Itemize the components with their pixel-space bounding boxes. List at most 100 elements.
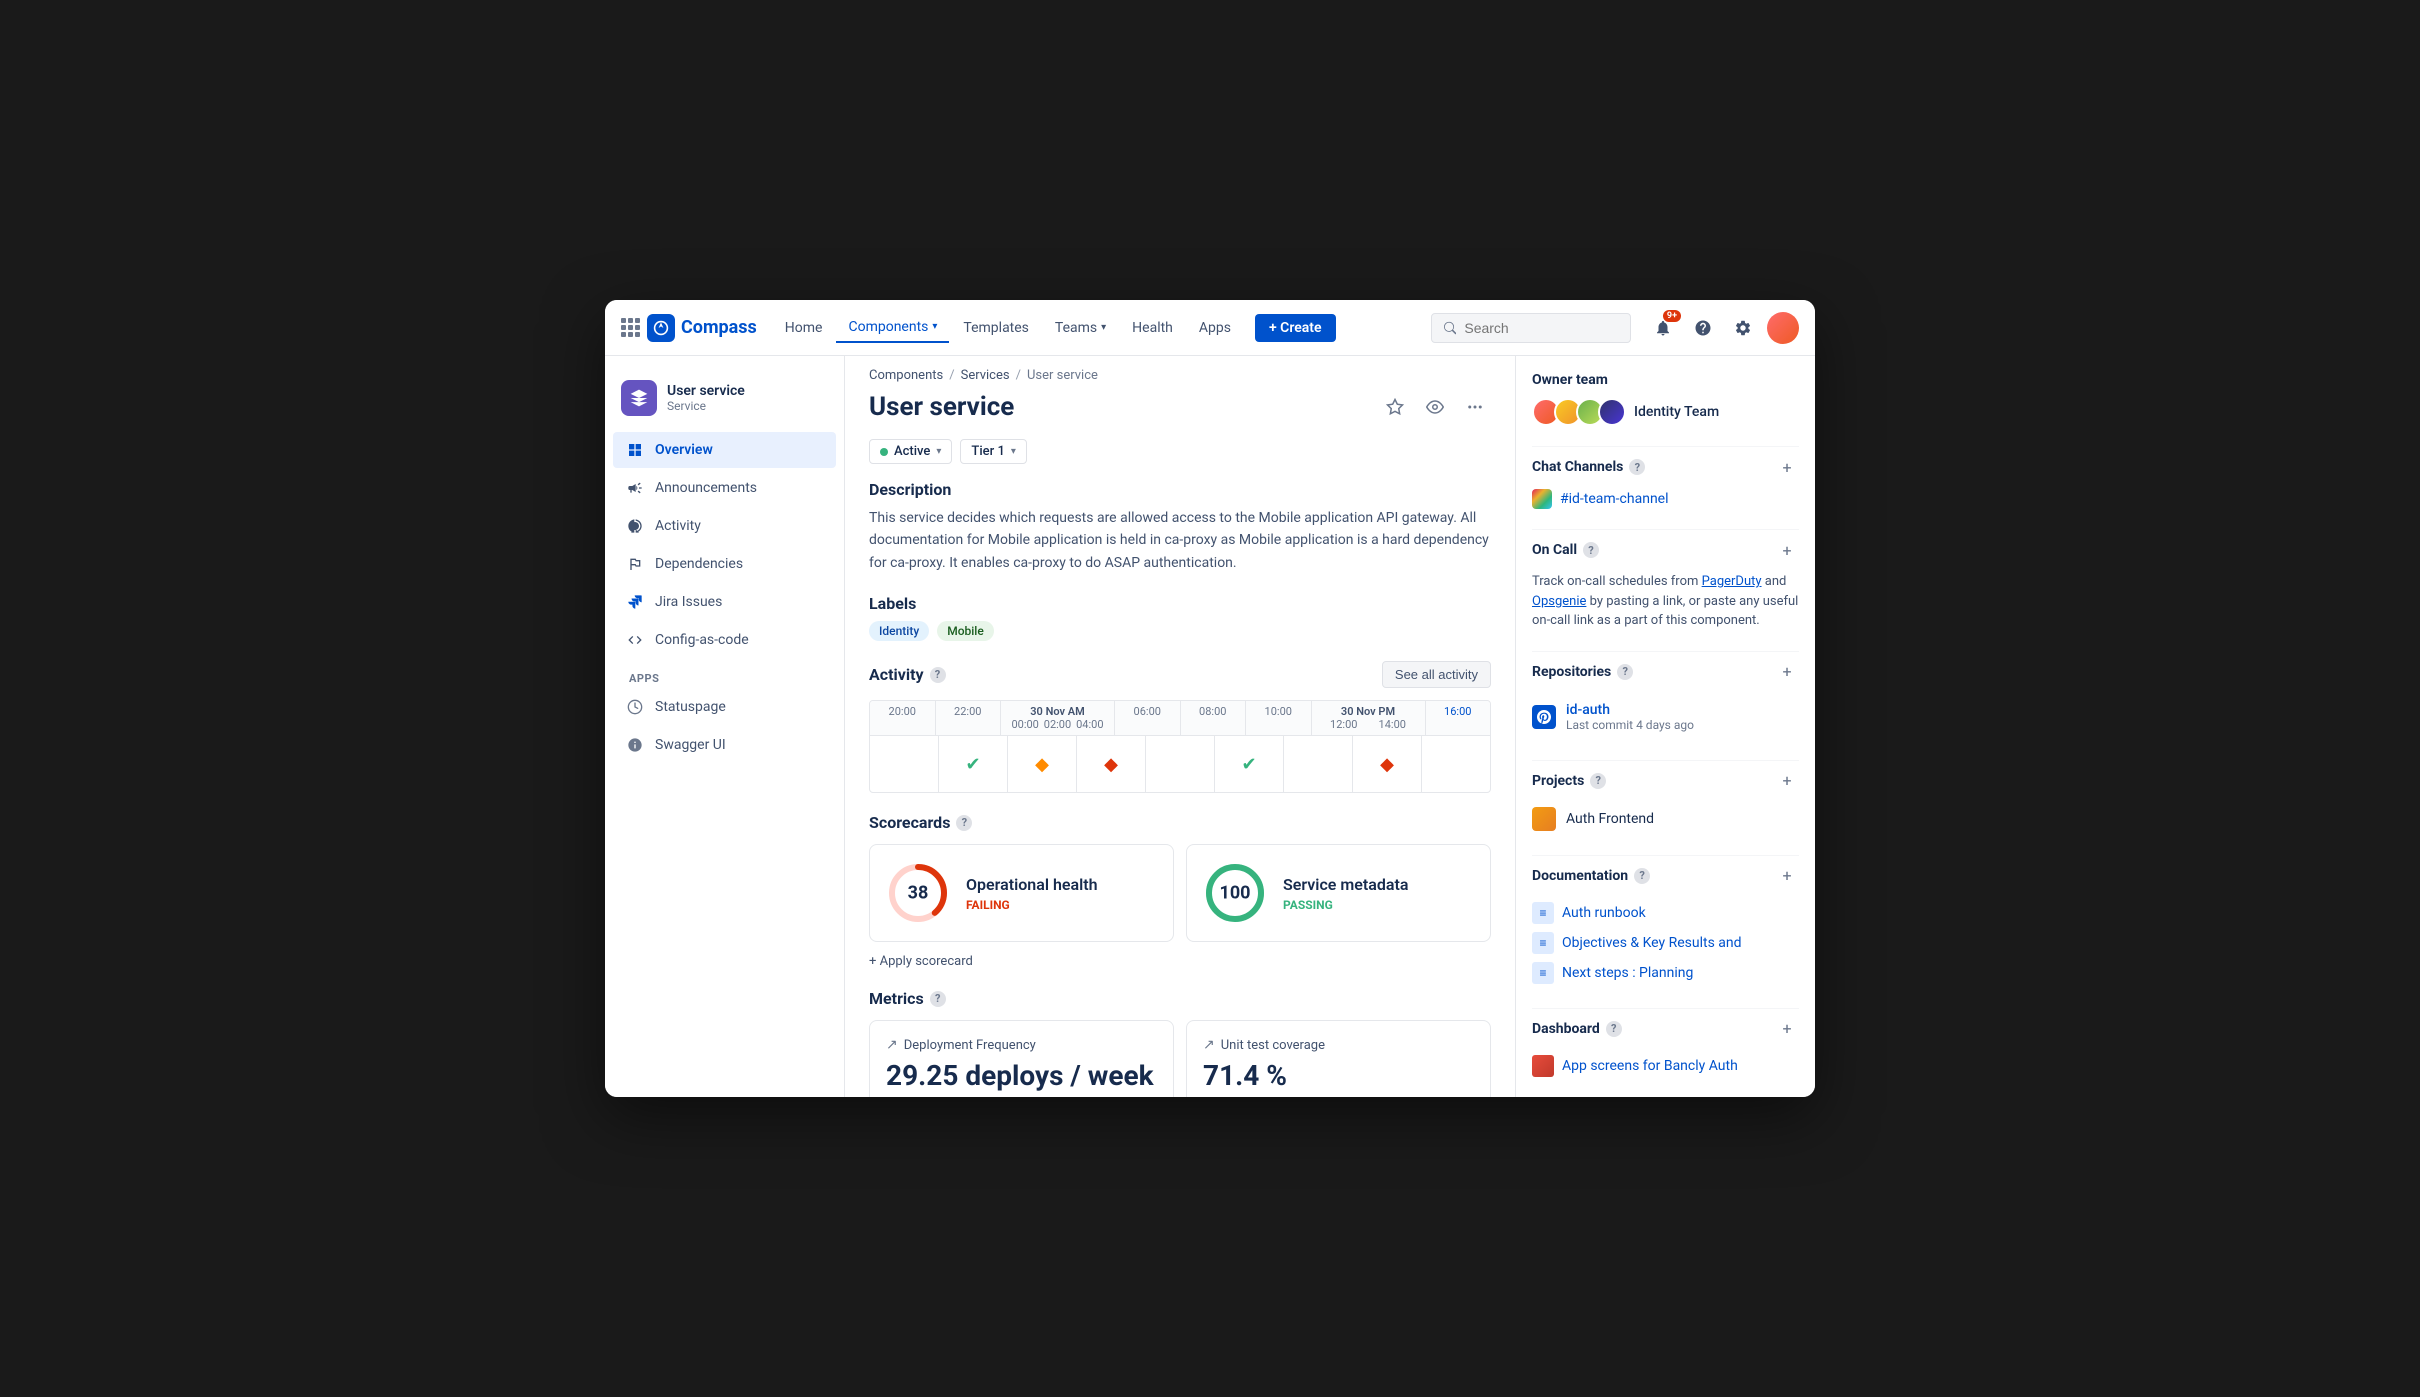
projects-header: Projects ? + [1532, 769, 1799, 793]
event-warning-1[interactable]: ◆ [1031, 753, 1053, 775]
metrics-info-icon[interactable]: ? [930, 991, 946, 1007]
on-call-add-button[interactable]: + [1775, 538, 1799, 562]
sidebar-nav: Overview Announcements Activity [605, 432, 844, 763]
chat-channel-item[interactable]: #id-team-channel [1532, 489, 1799, 509]
nav-health[interactable]: Health [1120, 314, 1185, 342]
page-title: User service [869, 392, 1014, 422]
sidebar-item-config[interactable]: Config-as-code [613, 622, 836, 658]
event-success-1[interactable]: ✔ [962, 753, 984, 775]
dependencies-icon [625, 554, 645, 574]
projects-info-icon[interactable]: ? [1590, 773, 1606, 789]
star-button[interactable] [1379, 391, 1411, 423]
watch-button[interactable] [1419, 391, 1451, 423]
repo-icon [1532, 705, 1556, 729]
doc-item-3[interactable]: ≡ Next steps : Planning [1532, 958, 1799, 988]
documentation-add-button[interactable]: + [1775, 864, 1799, 888]
search-input[interactable] [1464, 320, 1618, 336]
chat-channels-add-button[interactable]: + [1775, 455, 1799, 479]
timeline-cell-4: ◆ [1077, 736, 1146, 792]
top-navigation: Compass Home Components ▾ Templates Team… [605, 300, 1815, 356]
sidebar-item-statuspage[interactable]: Statuspage [613, 689, 836, 725]
timeline-cell-8: ◆ [1353, 736, 1422, 792]
documentation-header: Documentation ? + [1532, 864, 1799, 888]
doc-item-1[interactable]: ≡ Auth runbook [1532, 898, 1799, 928]
divider-1 [1532, 446, 1799, 447]
right-panel: Owner team Identity Team [1515, 356, 1815, 1097]
scorecard-operational-health[interactable]: 38 Operational health FAILING [869, 844, 1174, 942]
repo-details: id-auth Last commit 4 days ago [1566, 702, 1694, 732]
projects-add-button[interactable]: + [1775, 769, 1799, 793]
event-success-2[interactable]: ✔ [1238, 753, 1260, 775]
create-button[interactable]: + Create [1255, 314, 1336, 342]
on-call-info-icon[interactable]: ? [1583, 542, 1599, 558]
chat-channels-section: Chat Channels ? + #id-team-channel [1532, 455, 1799, 509]
owner-team-header: Owner team [1532, 372, 1799, 388]
tier-badge[interactable]: Tier 1 ▾ [960, 439, 1026, 464]
sidebar-item-dependencies[interactable]: Dependencies [613, 546, 836, 582]
repositories-add-button[interactable]: + [1775, 660, 1799, 684]
apps-grid-icon[interactable] [621, 318, 639, 337]
user-avatar[interactable] [1767, 312, 1799, 344]
documentation-info-icon[interactable]: ? [1634, 868, 1650, 884]
scorecard-service-metadata[interactable]: 100 Service metadata PASSING [1186, 844, 1491, 942]
status-chevron: ▾ [936, 446, 941, 457]
label-identity[interactable]: Identity [869, 621, 929, 641]
activity-title: Activity ? [869, 665, 946, 684]
breadcrumb-services[interactable]: Services [961, 368, 1010, 383]
dashboard-icon-1 [1532, 1055, 1554, 1077]
sidebar-item-jira-issues[interactable]: Jira Issues [613, 584, 836, 620]
sidebar-item-swagger[interactable]: Swagger UI [613, 727, 836, 763]
dashboard-section: Dashboard ? + App screens for Bancly Aut… [1532, 1017, 1799, 1081]
search-bar[interactable] [1431, 313, 1631, 343]
nav-teams[interactable]: Teams ▾ [1043, 314, 1118, 342]
components-chevron: ▾ [932, 321, 937, 332]
event-danger-2[interactable]: ◆ [1376, 753, 1398, 775]
sidebar-item-overview[interactable]: Overview [613, 432, 836, 468]
repositories-info-icon[interactable]: ? [1617, 664, 1633, 680]
label-mobile[interactable]: Mobile [937, 621, 994, 641]
dashboard-add-button[interactable]: + [1775, 1017, 1799, 1041]
metric-deployment-frequency[interactable]: ↗ Deployment Frequency 29.25 deploys / w… [869, 1020, 1174, 1097]
logo[interactable]: Compass [647, 314, 757, 342]
nav-home[interactable]: Home [773, 314, 835, 342]
metric-coverage-icon: ↗ [1203, 1037, 1215, 1053]
more-options-button[interactable] [1459, 391, 1491, 423]
announcements-icon [625, 478, 645, 498]
nav-templates[interactable]: Templates [951, 314, 1041, 342]
status-badge[interactable]: Active ▾ [869, 439, 952, 464]
doc-icon-1: ≡ [1532, 902, 1554, 924]
help-button[interactable] [1687, 312, 1719, 344]
operational-health-score: 38 [908, 883, 929, 904]
event-danger-1[interactable]: ◆ [1100, 753, 1122, 775]
settings-button[interactable] [1727, 312, 1759, 344]
pagerduty-link[interactable]: PagerDuty [1702, 574, 1762, 589]
breadcrumb: Components / Services / User service [845, 356, 1515, 383]
project-item[interactable]: Auth Frontend [1532, 803, 1799, 835]
notifications-button[interactable]: 9+ [1647, 312, 1679, 344]
opsgenie-link[interactable]: Opsgenie [1532, 594, 1586, 609]
metric-test-coverage[interactable]: ↗ Unit test coverage 71.4 % [1186, 1020, 1491, 1097]
dashboard-item-1[interactable]: App screens for Bancly Auth [1532, 1051, 1799, 1081]
nav-apps[interactable]: Apps [1187, 314, 1243, 342]
statuspage-icon [625, 697, 645, 717]
nav-components[interactable]: Components ▾ [836, 313, 949, 343]
timeline-cell-1 [870, 736, 939, 792]
activity-section: Activity ? See all activity 20:00 22:00 … [845, 661, 1515, 813]
service-icon [621, 380, 657, 416]
timeline-body: ✔ ◆ ◆ ✔ ◆ [870, 736, 1490, 792]
timeline-time-8: 08:00 [1181, 701, 1247, 735]
repo-item[interactable]: id-auth Last commit 4 days ago [1532, 694, 1799, 740]
see-all-activity-button[interactable]: See all activity [1382, 661, 1491, 688]
timeline-cell-2: ✔ [939, 736, 1008, 792]
activity-info-icon[interactable]: ? [930, 667, 946, 683]
sidebar-item-activity[interactable]: Activity [613, 508, 836, 544]
sidebar-item-announcements[interactable]: Announcements [613, 470, 836, 506]
doc-item-2[interactable]: ≡ Objectives & Key Results and [1532, 928, 1799, 958]
apply-scorecard-button[interactable]: + Apply scorecard [869, 954, 1491, 969]
breadcrumb-components[interactable]: Components [869, 368, 943, 383]
chat-channels-info-icon[interactable]: ? [1629, 459, 1645, 475]
dashboard-info-icon[interactable]: ? [1606, 1021, 1622, 1037]
metric-coverage-label: ↗ Unit test coverage [1203, 1037, 1474, 1053]
scorecards-info-icon[interactable]: ? [956, 815, 972, 831]
chat-channels-header: Chat Channels ? + [1532, 455, 1799, 479]
